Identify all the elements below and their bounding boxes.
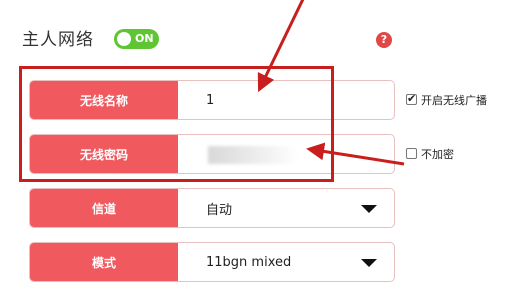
no-encryption-label: 不加密: [421, 148, 454, 161]
toggle-label: ON: [135, 32, 154, 45]
broadcast-checkbox[interactable]: ✔: [406, 92, 417, 105]
mode-row: 模式 11bgn mixed: [29, 242, 395, 282]
mode-label: 模式: [30, 243, 178, 281]
channel-select[interactable]: 自动: [206, 189, 232, 227]
ssid-row: 无线名称 1: [29, 80, 395, 120]
no-encryption-checkbox[interactable]: [406, 148, 417, 159]
network-toggle[interactable]: ON: [114, 29, 159, 49]
ssid-input[interactable]: 1: [206, 81, 214, 119]
arrow-to-ssid: [257, 0, 305, 93]
channel-row: 信道 自动: [29, 188, 395, 228]
chevron-down-icon[interactable]: [361, 205, 377, 213]
check-icon: ✔: [407, 92, 417, 105]
ssid-label: 无线名称: [30, 81, 178, 119]
toggle-knob: [117, 32, 131, 46]
broadcast-label: 开启无线广播: [421, 94, 487, 107]
mode-select[interactable]: 11bgn mixed: [206, 243, 291, 281]
chevron-down-icon[interactable]: [361, 259, 377, 267]
channel-label: 信道: [30, 189, 178, 227]
password-row: 无线密码: [29, 134, 395, 174]
password-label: 无线密码: [30, 135, 178, 173]
section-title: 主人网络: [22, 30, 94, 50]
password-input-obscured[interactable]: [208, 146, 298, 164]
help-icon[interactable]: ?: [376, 32, 392, 48]
